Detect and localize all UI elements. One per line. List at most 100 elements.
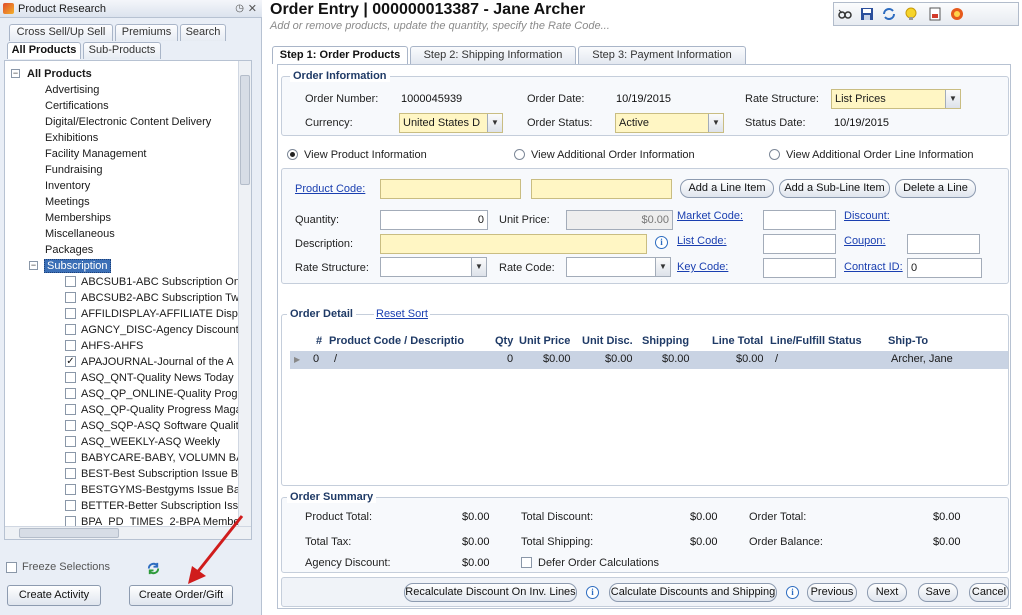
- info-icon[interactable]: i: [586, 586, 599, 599]
- tree-node-category[interactable]: Certifications: [45, 98, 109, 114]
- info-icon[interactable]: i: [786, 586, 799, 599]
- column-header[interactable]: Ship-To: [888, 335, 928, 347]
- list-code-link[interactable]: List Code:: [677, 234, 727, 248]
- scroll-thumb[interactable]: [19, 528, 119, 538]
- collapse-icon[interactable]: −: [29, 261, 38, 270]
- tree-node-category[interactable]: Digital/Electronic Content Delivery: [45, 114, 211, 130]
- chevron-down-icon[interactable]: ▼: [471, 258, 486, 276]
- column-header[interactable]: Shipping: [642, 335, 689, 347]
- help-icon[interactable]: [950, 7, 964, 21]
- market-code-input[interactable]: [763, 210, 836, 230]
- tree-node-category[interactable]: Advertising: [45, 82, 99, 98]
- tree-node-subscription-item[interactable]: ASQ_QNT-Quality News Today: [65, 370, 234, 386]
- tree-node-subscription-item[interactable]: ✓ APAJOURNAL-Journal of the A: [65, 354, 234, 370]
- reset-sort-link[interactable]: Reset Sort: [374, 307, 430, 321]
- checkbox[interactable]: [65, 436, 76, 447]
- chevron-down-icon[interactable]: ▼: [487, 114, 502, 132]
- coupon-input[interactable]: [907, 234, 980, 254]
- tree-node-subscription-item[interactable]: ASQ_QP-Quality Progress Maga: [65, 402, 242, 418]
- tree-node-category[interactable]: Facility Management: [45, 146, 147, 162]
- tree-node-category[interactable]: Inventory: [45, 178, 90, 194]
- discount-link[interactable]: Discount:: [844, 209, 890, 223]
- tree-node-subscription-item[interactable]: BABYCARE-BABY, VOLUMN BA: [65, 450, 243, 466]
- tree-node-subscription-item[interactable]: BEST-Best Subscription Issue B: [65, 466, 238, 482]
- tree-node-category[interactable]: Miscellaneous: [45, 226, 115, 242]
- save-icon[interactable]: [860, 7, 874, 21]
- add-line-item-button[interactable]: Add a Line Item: [680, 179, 774, 198]
- tab-cross-sell[interactable]: Cross Sell/Up Sell: [9, 24, 113, 41]
- refresh-icon[interactable]: [882, 7, 896, 21]
- rate-code-select[interactable]: ▼: [566, 257, 671, 277]
- view-additional-line-radio[interactable]: [769, 149, 780, 160]
- checkbox[interactable]: [65, 292, 76, 303]
- chevron-down-icon[interactable]: ▼: [655, 258, 670, 276]
- tab-step2[interactable]: Step 2: Shipping Information: [410, 46, 576, 64]
- tab-all-products[interactable]: All Products: [7, 42, 81, 59]
- checkbox[interactable]: [65, 404, 76, 415]
- product-code-input[interactable]: [380, 179, 521, 199]
- refresh-icon[interactable]: [146, 561, 161, 576]
- quantity-input[interactable]: 0: [380, 210, 488, 230]
- product-tree[interactable]: − All Products Advertising Certifications…: [4, 60, 252, 540]
- checkbox[interactable]: ✓: [65, 356, 76, 367]
- product-code-link[interactable]: Product Code:: [295, 182, 365, 196]
- tree-node-subscription-item[interactable]: BESTGYMS-Bestgyms Issue Ba: [65, 482, 240, 498]
- checkbox[interactable]: [65, 372, 76, 383]
- tab-step3[interactable]: Step 3: Payment Information: [578, 46, 746, 64]
- coupon-link[interactable]: Coupon:: [844, 234, 886, 248]
- column-header[interactable]: Line Total: [712, 335, 763, 347]
- recalculate-discount-button[interactable]: Recalculate Discount On Inv. Lines: [404, 583, 577, 602]
- checkbox[interactable]: [65, 308, 76, 319]
- tree-node-category[interactable]: Exhibitions: [45, 130, 98, 146]
- tree-node-subscription-item[interactable]: AHFS-AHFS: [65, 338, 143, 354]
- pin-icon[interactable]: ◷: [235, 0, 244, 18]
- column-header[interactable]: Qty: [495, 335, 513, 347]
- line-rate-structure-select[interactable]: ▼: [380, 257, 487, 277]
- save-button[interactable]: Save: [918, 583, 958, 602]
- defer-calculations-checkbox[interactable]: [521, 557, 532, 568]
- description-input[interactable]: [380, 234, 647, 254]
- checkbox[interactable]: [65, 340, 76, 351]
- checkbox[interactable]: [65, 324, 76, 335]
- key-code-link[interactable]: Key Code:: [677, 260, 728, 274]
- freeze-checkbox[interactable]: [6, 562, 17, 573]
- column-header[interactable]: Line/Fulfill Status: [770, 335, 862, 347]
- tree-node-subscription-item[interactable]: AFFILDISPLAY-AFFILIATE Displ: [65, 306, 240, 322]
- tree-node-subscription-item[interactable]: ASQ_WEEKLY-ASQ Weekly: [65, 434, 220, 450]
- calculate-discounts-button[interactable]: Calculate Discounts and Shipping: [609, 583, 777, 602]
- tree-node-subscription-item[interactable]: ABCSUB2-ABC Subscription Tw: [65, 290, 239, 306]
- tree-node-category[interactable]: Memberships: [45, 210, 111, 226]
- chevron-down-icon[interactable]: ▼: [708, 114, 723, 132]
- scroll-thumb[interactable]: [240, 75, 250, 185]
- checkbox[interactable]: [65, 388, 76, 399]
- delete-line-button[interactable]: Delete a Line: [895, 179, 976, 198]
- glasses-icon[interactable]: [838, 7, 852, 21]
- checkbox[interactable]: [65, 484, 76, 495]
- tree-node-category[interactable]: Fundraising: [45, 162, 102, 178]
- view-additional-order-radio[interactable]: [514, 149, 525, 160]
- tree-vertical-scrollbar[interactable]: [238, 61, 251, 527]
- rate-structure-select[interactable]: List Prices ▼: [831, 89, 961, 109]
- collapse-icon[interactable]: −: [11, 69, 20, 78]
- tree-node-subscription-item[interactable]: AGNCY_DISC-Agency Discount: [65, 322, 239, 338]
- market-code-link[interactable]: Market Code:: [677, 209, 743, 223]
- tree-node-category[interactable]: Meetings: [45, 194, 90, 210]
- tree-node-subscription-item[interactable]: ASQ_SQP-ASQ Software Qualit: [65, 418, 239, 434]
- column-header[interactable]: Product Code / Descriptio: [329, 335, 464, 347]
- order-status-select[interactable]: Active ▼: [615, 113, 724, 133]
- tree-node-subscription-item[interactable]: ASQ_QP_ONLINE-Quality Progr: [65, 386, 241, 402]
- tab-premiums[interactable]: Premiums: [115, 24, 178, 41]
- list-code-input[interactable]: [763, 234, 836, 254]
- next-button[interactable]: Next: [867, 583, 907, 602]
- previous-button[interactable]: Previous: [807, 583, 857, 602]
- tree-root[interactable]: − All Products: [9, 66, 92, 82]
- info-icon[interactable]: i: [655, 236, 668, 249]
- checkbox[interactable]: [65, 420, 76, 431]
- create-activity-button[interactable]: Create Activity: [7, 585, 101, 606]
- tab-search[interactable]: Search: [180, 24, 226, 41]
- table-row[interactable]: ▶ 0 / 0 $0.00 $0.00 $0.00 $0.00 / Archer…: [290, 351, 1008, 369]
- tree-node-subscription-item[interactable]: ABCSUB1-ABC Subscription On: [65, 274, 240, 290]
- checkbox[interactable]: [65, 468, 76, 479]
- close-icon[interactable]: ✕: [248, 0, 257, 18]
- sub-product-code-input[interactable]: [531, 179, 672, 199]
